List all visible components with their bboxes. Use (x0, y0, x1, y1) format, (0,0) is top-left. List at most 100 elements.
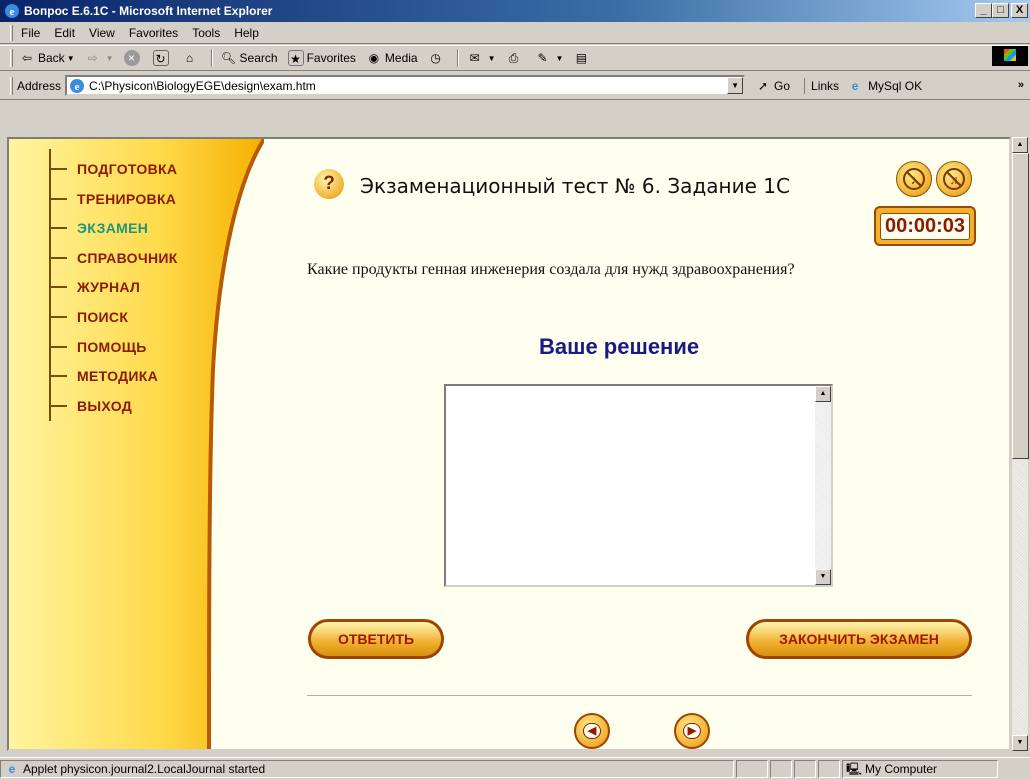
links-bar: Links e MySql OK (804, 77, 922, 94)
sidebar-item-label: ВЫХОД (77, 397, 132, 414)
ie-icon: e (5, 4, 19, 18)
exam-timer: 00:00:03 (874, 206, 976, 246)
timer-value: 00:00:03 (879, 212, 971, 240)
next-button[interactable]: ▶ (674, 713, 710, 749)
address-input[interactable]: e C:\Physicon\BiologyEGE\design\exam.htm… (65, 75, 746, 96)
links-overflow-icon[interactable]: » (1018, 79, 1024, 91)
menu-file[interactable]: File (21, 26, 40, 40)
nav-tick (49, 197, 67, 200)
status-cell-1 (736, 759, 768, 778)
edit-button[interactable]: ✎ ▼ (535, 50, 564, 66)
sidebar-item-label: ЭКЗАМЕН (77, 220, 149, 237)
sidebar-item-4[interactable]: СПРАВОЧНИК (49, 250, 178, 266)
sidebar-item-5[interactable]: ЖУРНАЛ (49, 279, 140, 295)
page-scroll-up-icon[interactable]: ▲ (1012, 137, 1028, 153)
menu-view[interactable]: View (89, 26, 115, 40)
status-zone: My Computer (865, 761, 938, 776)
media-icon: ◉ (368, 51, 380, 65)
finish-exam-button[interactable]: ЗАКОНЧИТЬ ЭКЗАМЕН (746, 619, 972, 659)
page-title: Экзаменационный тест № 6. Задание 1С (360, 174, 790, 198)
nav-tick (49, 286, 67, 289)
caption-buttons: _ □ X (975, 3, 1028, 18)
scroll-up-icon[interactable]: ▲ (815, 386, 831, 402)
go-button[interactable]: ➚ Go (755, 78, 790, 94)
sidebar-item-3[interactable]: ЭКЗАМЕН (49, 220, 148, 236)
sidebar-item-6[interactable]: ПОИСК (49, 309, 128, 325)
speech-off-button[interactable]: ♫ (936, 161, 972, 197)
mail-button[interactable]: ✉ ▼ (467, 50, 496, 66)
status-bar: e Applet physicon.journal2.LocalJournal … (0, 757, 1030, 779)
arrow-left-icon: ◀ (583, 723, 601, 739)
discuss-button[interactable]: ▤ (573, 50, 592, 66)
search-label: Search (239, 51, 278, 65)
back-button[interactable]: ⇦ Back ▼ (19, 50, 75, 66)
scroll-down-icon[interactable]: ▼ (815, 569, 831, 585)
back-arrow-icon: ⇦ (21, 51, 33, 65)
menu-grip (10, 24, 13, 41)
edit-dropdown-icon[interactable]: ▼ (556, 54, 564, 63)
ie-window: e Вопрос E.6.1C - Microsoft Internet Exp… (0, 0, 1030, 779)
answer-textarea[interactable]: ▲ ▼ (444, 384, 833, 587)
svg-text:e: e (75, 81, 80, 93)
address-value: C:\Physicon\BiologyEGE\design\exam.htm (89, 78, 316, 93)
status-cell-4 (818, 759, 840, 778)
sound-off-button[interactable]: ♪ (896, 161, 932, 197)
status-zone-cell: 🖳︎ My Computer (842, 759, 998, 778)
menu-help[interactable]: Help (234, 26, 259, 40)
page-scroll-down-icon[interactable]: ▼ (1012, 735, 1028, 751)
media-button[interactable]: ◉ Media (366, 50, 418, 66)
page-scrollbar[interactable]: ▲ ▼ (1011, 137, 1029, 751)
menu-bar: File Edit View Favorites Tools Help (0, 22, 1030, 66)
page-scroll-thumb[interactable] (1012, 153, 1029, 459)
favorites-button[interactable]: ★ Favorites (287, 50, 356, 66)
sidebar-item-label: ПОДГОТОВКА (77, 161, 178, 177)
media-label: Media (384, 51, 418, 65)
computer-icon: 🖳︎ (846, 761, 863, 776)
edit-icon: ✎ (537, 51, 548, 65)
nav-tick (49, 345, 67, 348)
back-dropdown-icon[interactable]: ▼ (67, 54, 75, 63)
menu-tools[interactable]: Tools (192, 26, 220, 40)
history-button[interactable]: ◷ (428, 50, 447, 66)
stop-button[interactable]: × (123, 50, 143, 66)
sidebar-item-9[interactable]: ВЫХОД (49, 398, 132, 414)
sidebar-item-7[interactable]: ПОМОЩЬ (49, 339, 147, 355)
link-mysql[interactable]: MySql OK (868, 79, 922, 93)
nav-tick (49, 375, 67, 378)
print-button[interactable]: ⎙ (506, 50, 525, 66)
close-button[interactable]: X (1011, 3, 1028, 18)
address-label: Address (17, 78, 62, 93)
sidebar-item-8[interactable]: МЕТОДИКА (49, 368, 158, 384)
standard-toolbar: ⇦ Back ▼ ⇨ ▼ × ↻ ⌂ 🔍︎ Search ★ Favorites… (0, 45, 1030, 71)
mail-dropdown-icon[interactable]: ▼ (488, 54, 496, 63)
home-button[interactable]: ⌂ (182, 50, 201, 66)
arrow-right-icon: ▶ (683, 723, 701, 739)
answer-button[interactable]: ОТВЕТИТЬ (308, 619, 444, 659)
status-page-icon: e (8, 761, 16, 776)
search-button[interactable]: 🔍︎ Search (221, 50, 278, 66)
sidebar-item-2[interactable]: ТРЕНИРОВКА (49, 191, 176, 207)
maximize-button[interactable]: □ (992, 3, 1009, 18)
divider (307, 695, 972, 697)
nav-tick (49, 316, 67, 318)
menu-edit[interactable]: Edit (54, 26, 75, 40)
sidebar-item-label: СПРАВОЧНИК (77, 249, 178, 266)
favorites-label: Favorites (306, 51, 356, 65)
prev-button[interactable]: ◀ (574, 713, 610, 749)
nav-tick (49, 256, 67, 259)
refresh-button[interactable]: ↻ (152, 50, 172, 66)
links-label[interactable]: Links (811, 79, 839, 93)
answer-scrollbar[interactable]: ▲ ▼ (815, 386, 831, 585)
status-cell-2 (770, 759, 792, 778)
question-text: Какие продукты генная инженерия создала … (307, 261, 795, 278)
forward-dropdown-icon[interactable]: ▼ (106, 54, 114, 63)
sidebar-item-1[interactable]: ПОДГОТОВКА (49, 161, 177, 177)
status-text-cell: e Applet physicon.journal2.LocalJournal … (0, 759, 734, 778)
address-dropdown-icon[interactable]: ▼ (727, 77, 744, 94)
mute-voice-icon: ♫ (943, 168, 965, 190)
menu-favorites[interactable]: Favorites (129, 26, 178, 40)
minimize-button[interactable]: _ (975, 3, 992, 18)
question-icon: ? (314, 169, 344, 199)
toolbar-separator-2 (456, 49, 459, 67)
forward-button[interactable]: ⇨ ▼ (85, 50, 114, 66)
